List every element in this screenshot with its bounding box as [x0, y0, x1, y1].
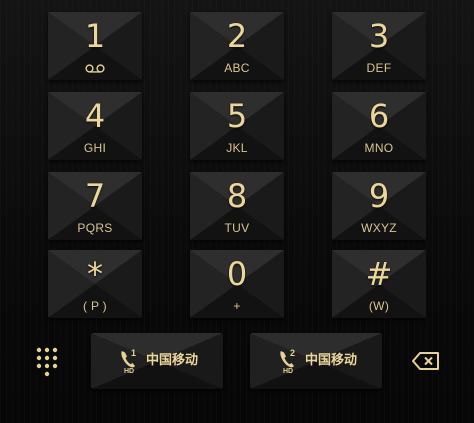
- key-4[interactable]: 4 GHI: [48, 92, 142, 160]
- key-letters: WXYZ: [361, 221, 397, 235]
- key-letters: GHI: [83, 141, 107, 155]
- key-star[interactable]: * ( P ): [48, 250, 142, 318]
- key-digit: 4: [84, 97, 106, 135]
- key-letters: MNO: [364, 141, 394, 155]
- key-2[interactable]: 2 ABC: [190, 12, 284, 80]
- key-digit: 7: [84, 177, 106, 215]
- sim-number: 2: [290, 348, 295, 358]
- key-digit: 6: [368, 97, 390, 135]
- key-digit: 3: [368, 17, 390, 55]
- key-6[interactable]: 6 MNO: [332, 92, 426, 160]
- backspace-icon[interactable]: [411, 349, 441, 373]
- key-digit: #: [365, 255, 393, 293]
- call-sim2-button[interactable]: 2 HD 中国移动: [250, 333, 382, 389]
- key-9[interactable]: 9 WXYZ: [332, 172, 426, 240]
- sim-number: 1: [131, 348, 136, 358]
- hd-label: HD: [124, 368, 135, 375]
- key-digit: *: [87, 255, 103, 293]
- key-letters: ( P ): [83, 299, 107, 313]
- key-letters: PQRS: [77, 221, 113, 235]
- key-letters: (W): [368, 299, 390, 313]
- key-8[interactable]: 8 TUV: [190, 172, 284, 240]
- hd-label: HD: [283, 368, 294, 375]
- key-hash[interactable]: # (W): [332, 250, 426, 318]
- key-digit: 5: [226, 97, 248, 135]
- key-letters: JKL: [226, 141, 248, 155]
- key-digit: 9: [368, 177, 390, 215]
- call-sim1-button[interactable]: 1 HD 中国移动: [91, 333, 223, 389]
- key-digit: 0: [226, 255, 248, 293]
- carrier-label: 中国移动: [305, 353, 358, 368]
- key-7[interactable]: 7 PQRS: [48, 172, 142, 240]
- voicemail-icon: [85, 64, 105, 73]
- key-5[interactable]: 5 JKL: [190, 92, 284, 160]
- carrier-label: 中国移动: [146, 353, 199, 368]
- key-letters: +: [233, 299, 241, 313]
- key-digit: 8: [226, 177, 248, 215]
- key-1[interactable]: 1: [48, 12, 142, 80]
- key-0[interactable]: 0 +: [190, 250, 284, 318]
- dialpad-grid-icon[interactable]: [36, 347, 58, 377]
- key-digit: 2: [226, 17, 248, 55]
- key-letters: DEF: [366, 61, 392, 75]
- key-letters: ABC: [224, 61, 250, 75]
- key-digit: 1: [84, 17, 106, 55]
- key-3[interactable]: 3 DEF: [332, 12, 426, 80]
- dial-keypad: 1 2 ABC 3 DEF 4 GHI 5 JKL 6 MNO 7 PQRS 8…: [0, 0, 474, 330]
- key-letters: TUV: [224, 221, 250, 235]
